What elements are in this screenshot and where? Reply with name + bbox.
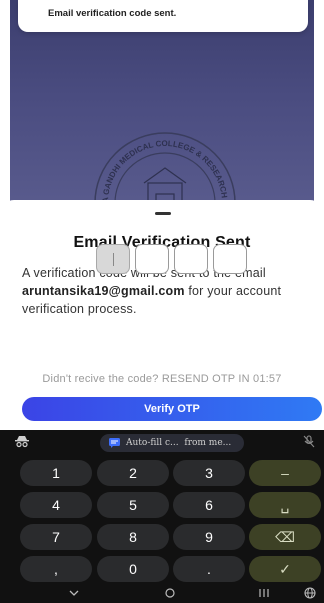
key-9[interactable]: 9 bbox=[173, 524, 245, 550]
chevron-down-icon[interactable] bbox=[66, 586, 82, 600]
email-address: aruntansika19@gmail.com bbox=[22, 284, 185, 298]
recents-icon[interactable] bbox=[256, 586, 272, 600]
autofill-suggestion-chip[interactable]: Auto-fill c... from me... bbox=[100, 434, 244, 452]
otp-digit-4[interactable] bbox=[213, 244, 247, 274]
otp-digit-2[interactable] bbox=[135, 244, 169, 274]
key-enter[interactable]: ✓ bbox=[249, 556, 321, 582]
verification-bottom-sheet: Email Verification Sent A verification c… bbox=[0, 200, 324, 430]
sheet-grabber[interactable] bbox=[155, 212, 171, 215]
home-icon[interactable] bbox=[162, 586, 178, 600]
system-navigation-bar bbox=[0, 584, 324, 603]
key-period[interactable]: . bbox=[173, 556, 245, 582]
key-4[interactable]: 4 bbox=[20, 492, 92, 518]
verify-otp-button[interactable]: Verify OTP bbox=[22, 397, 322, 421]
key-7[interactable]: 7 bbox=[20, 524, 92, 550]
key-3[interactable]: 3 bbox=[173, 460, 245, 486]
globe-icon[interactable] bbox=[302, 586, 318, 600]
key-1[interactable]: 1 bbox=[20, 460, 92, 486]
message-icon bbox=[109, 438, 120, 448]
resend-otp-text[interactable]: Didn't recive the code? RESEND OTP IN 01… bbox=[0, 373, 324, 385]
toast-notification: Email verification code sent. bbox=[18, 0, 308, 32]
right-edge-strip bbox=[314, 0, 324, 215]
key-2[interactable]: 2 bbox=[97, 460, 169, 486]
autofill-label: Auto-fill c... bbox=[126, 438, 179, 448]
app-background: A GANDHI MEDICAL COLLEGE & RESEARCH INST… bbox=[0, 0, 324, 215]
key-0[interactable]: 0 bbox=[97, 556, 169, 582]
keyboard-toolbar: Auto-fill c... from me... bbox=[0, 430, 324, 454]
key-minus[interactable]: – bbox=[249, 460, 321, 486]
otp-digit-1[interactable] bbox=[96, 244, 130, 274]
key-comma[interactable]: , bbox=[20, 556, 92, 582]
svg-text:A GANDHI MEDICAL COLLEGE & RES: A GANDHI MEDICAL COLLEGE & RESEARCH INST… bbox=[90, 128, 229, 203]
key-backspace[interactable]: ⌫ bbox=[249, 524, 321, 550]
left-edge-strip bbox=[0, 0, 10, 215]
key-space[interactable]: ␣ bbox=[249, 492, 321, 518]
key-5[interactable]: 5 bbox=[97, 492, 169, 518]
key-8[interactable]: 8 bbox=[97, 524, 169, 550]
incognito-icon[interactable] bbox=[14, 434, 30, 448]
otp-input-row bbox=[96, 244, 247, 276]
otp-digit-3[interactable] bbox=[174, 244, 208, 274]
mic-off-icon[interactable] bbox=[302, 434, 316, 448]
numeric-keyboard: Auto-fill c... from me... 1 2 3 – 4 5 6 … bbox=[0, 430, 324, 603]
key-6[interactable]: 6 bbox=[173, 492, 245, 518]
autofill-source: from me... bbox=[184, 438, 232, 448]
toast-message: Email verification code sent. bbox=[48, 8, 177, 19]
